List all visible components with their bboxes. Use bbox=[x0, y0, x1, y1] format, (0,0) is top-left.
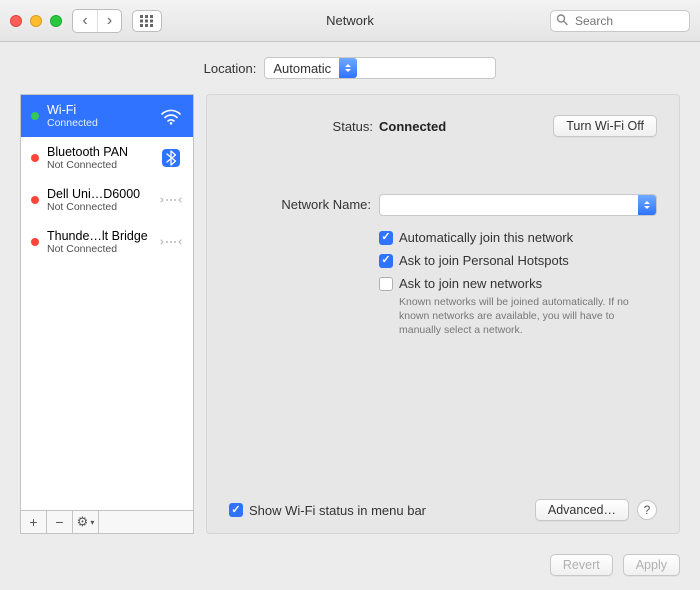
status-dot bbox=[31, 112, 39, 120]
remove-service-button[interactable]: − bbox=[47, 511, 73, 533]
status-label: Status: bbox=[229, 119, 379, 134]
status-dot bbox=[31, 196, 39, 204]
service-item-dell-uni-d6000[interactable]: Dell Uni…D6000Not Connected bbox=[21, 179, 193, 221]
select-arrows-icon bbox=[638, 195, 656, 215]
checkbox-icon bbox=[379, 254, 393, 268]
apply-button[interactable]: Apply bbox=[623, 554, 680, 576]
service-status: Not Connected bbox=[47, 243, 151, 255]
forward-button[interactable]: › bbox=[97, 10, 121, 32]
select-arrows-icon bbox=[339, 58, 357, 78]
network-name-select[interactable] bbox=[379, 194, 657, 216]
service-name: Wi-Fi bbox=[47, 103, 151, 117]
grid-icon bbox=[140, 15, 154, 27]
nav-back-forward[interactable]: ‹ › bbox=[72, 9, 122, 33]
service-list: Wi-FiConnectedBluetooth PANNot Connected… bbox=[20, 94, 194, 510]
checkbox-icon bbox=[229, 503, 243, 517]
ethernet-icon bbox=[159, 230, 183, 254]
service-options-button[interactable]: ⚙︎▾ bbox=[73, 511, 99, 533]
service-item-wi-fi[interactable]: Wi-FiConnected bbox=[21, 95, 193, 137]
service-name: Bluetooth PAN bbox=[47, 145, 151, 159]
checkbox-icon bbox=[379, 277, 393, 291]
revert-button[interactable]: Revert bbox=[550, 554, 613, 576]
service-name: Dell Uni…D6000 bbox=[47, 187, 151, 201]
toolbar-spacer bbox=[99, 511, 193, 533]
wifi-icon bbox=[159, 104, 183, 128]
status-dot bbox=[31, 238, 39, 246]
help-button[interactable]: ? bbox=[637, 500, 657, 520]
show-all-button[interactable] bbox=[132, 10, 162, 32]
add-service-button[interactable]: + bbox=[21, 511, 47, 533]
ask-hotspot-label: Ask to join Personal Hotspots bbox=[399, 253, 569, 268]
service-item-thunde-lt-bridge[interactable]: Thunde…lt BridgeNot Connected bbox=[21, 221, 193, 263]
zoom-window[interactable] bbox=[50, 15, 62, 27]
ask-new-checkbox[interactable]: Ask to join new networks bbox=[379, 276, 657, 291]
checkbox-icon bbox=[379, 231, 393, 245]
show-menubar-checkbox[interactable]: Show Wi-Fi status in menu bar bbox=[229, 503, 426, 518]
service-status: Connected bbox=[47, 117, 151, 129]
service-status: Not Connected bbox=[47, 159, 151, 171]
ask-new-help-text: Known networks will be joined automatica… bbox=[379, 295, 649, 338]
auto-join-checkbox[interactable]: Automatically join this network bbox=[379, 230, 657, 245]
location-label: Location: bbox=[204, 61, 257, 76]
turn-wifi-off-button[interactable]: Turn Wi-Fi Off bbox=[553, 115, 657, 137]
ask-hotspot-checkbox[interactable]: Ask to join Personal Hotspots bbox=[379, 253, 657, 268]
close-window[interactable] bbox=[10, 15, 22, 27]
bluetooth-icon bbox=[159, 146, 183, 170]
location-value: Automatic bbox=[265, 61, 339, 76]
status-value: Connected bbox=[379, 119, 446, 134]
ask-new-label: Ask to join new networks bbox=[399, 276, 542, 291]
status-dot bbox=[31, 154, 39, 162]
search-input[interactable] bbox=[550, 10, 690, 32]
minimize-window[interactable] bbox=[30, 15, 42, 27]
back-button[interactable]: ‹ bbox=[73, 10, 97, 32]
advanced-button[interactable]: Advanced… bbox=[535, 499, 629, 521]
service-name: Thunde…lt Bridge bbox=[47, 229, 151, 243]
gear-icon: ⚙︎ bbox=[77, 514, 89, 530]
location-select[interactable]: Automatic bbox=[264, 57, 496, 79]
service-status: Not Connected bbox=[47, 201, 151, 213]
service-item-bluetooth-pan[interactable]: Bluetooth PANNot Connected bbox=[21, 137, 193, 179]
auto-join-label: Automatically join this network bbox=[399, 230, 573, 245]
network-name-label: Network Name: bbox=[229, 193, 379, 212]
show-menubar-label: Show Wi-Fi status in menu bar bbox=[249, 503, 426, 518]
ethernet-icon bbox=[159, 188, 183, 212]
search-icon bbox=[556, 13, 568, 28]
chevron-down-icon: ▾ bbox=[90, 518, 94, 527]
